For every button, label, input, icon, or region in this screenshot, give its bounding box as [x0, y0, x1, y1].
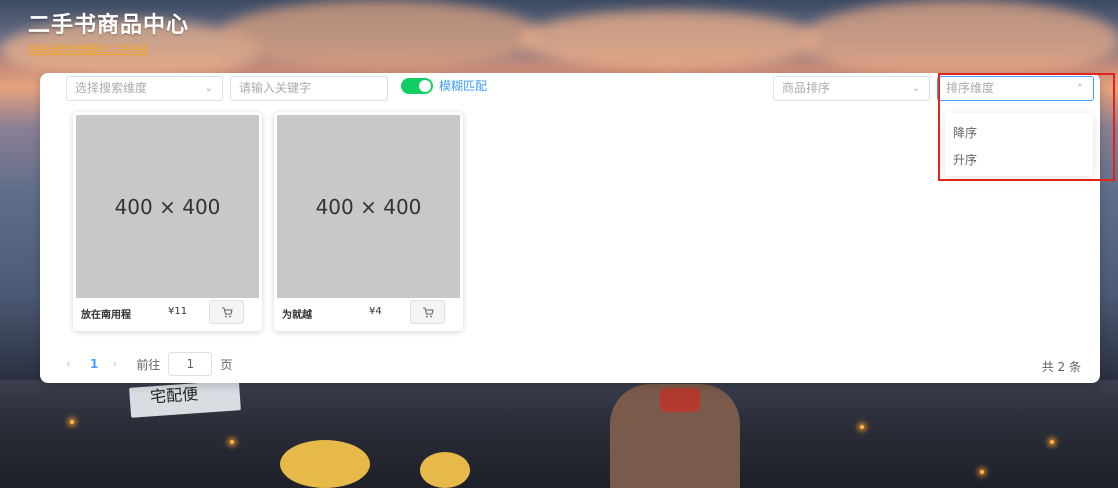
- keyword-input[interactable]: 请输入关键字: [230, 76, 388, 101]
- search-dimension-select[interactable]: 选择搜索维度 ⌄: [66, 76, 223, 101]
- page-number-current[interactable]: 1: [90, 357, 98, 371]
- fuzzy-match-label: 模糊匹配: [439, 79, 488, 93]
- product-card[interactable]: 400 × 400 为就越 ¥4: [274, 112, 463, 331]
- switch-knob: [419, 80, 431, 92]
- cart-icon: [221, 307, 233, 317]
- product-sort-select[interactable]: 商品排序 ⌄: [773, 76, 930, 101]
- goto-label: 前往: [136, 357, 161, 372]
- product-sort-placeholder: 商品排序: [782, 81, 831, 95]
- fuzzy-match-switch[interactable]: [401, 78, 433, 94]
- chevron-down-icon: ⌄: [204, 83, 213, 94]
- product-card[interactable]: 400 × 400 放在南用程 ¥11: [73, 112, 262, 331]
- search-dimension-placeholder: 选择搜索维度: [75, 81, 148, 95]
- add-to-cart-button[interactable]: [410, 300, 445, 324]
- sign-board-text: 宅配便: [149, 384, 199, 407]
- highlight-box: [938, 73, 1115, 181]
- page-subtitle[interactable]: 快来选购你想要的二手书吧: [28, 41, 148, 56]
- product-price: ¥11: [168, 306, 188, 317]
- page-unit-label: 页: [220, 357, 233, 372]
- keyword-placeholder: 请输入关键字: [239, 81, 312, 95]
- add-to-cart-button[interactable]: [209, 300, 244, 324]
- goto-page-input[interactable]: 1: [168, 352, 213, 376]
- chevron-down-icon: ⌄: [911, 83, 920, 94]
- total-count: 共 2 条: [1041, 360, 1081, 374]
- cart-icon: [422, 307, 434, 317]
- product-image: 400 × 400: [76, 115, 259, 298]
- pagination: ‹ 1 › 前往 1 页: [66, 352, 232, 376]
- page-title: 二手书商品中心: [28, 13, 190, 38]
- product-name: 为就越: [282, 310, 312, 321]
- product-price: ¥4: [369, 306, 382, 317]
- product-image: 400 × 400: [277, 115, 460, 298]
- next-page-button[interactable]: ›: [112, 357, 122, 371]
- prev-page-button[interactable]: ‹: [66, 357, 76, 371]
- product-name: 放在南用程: [81, 310, 131, 321]
